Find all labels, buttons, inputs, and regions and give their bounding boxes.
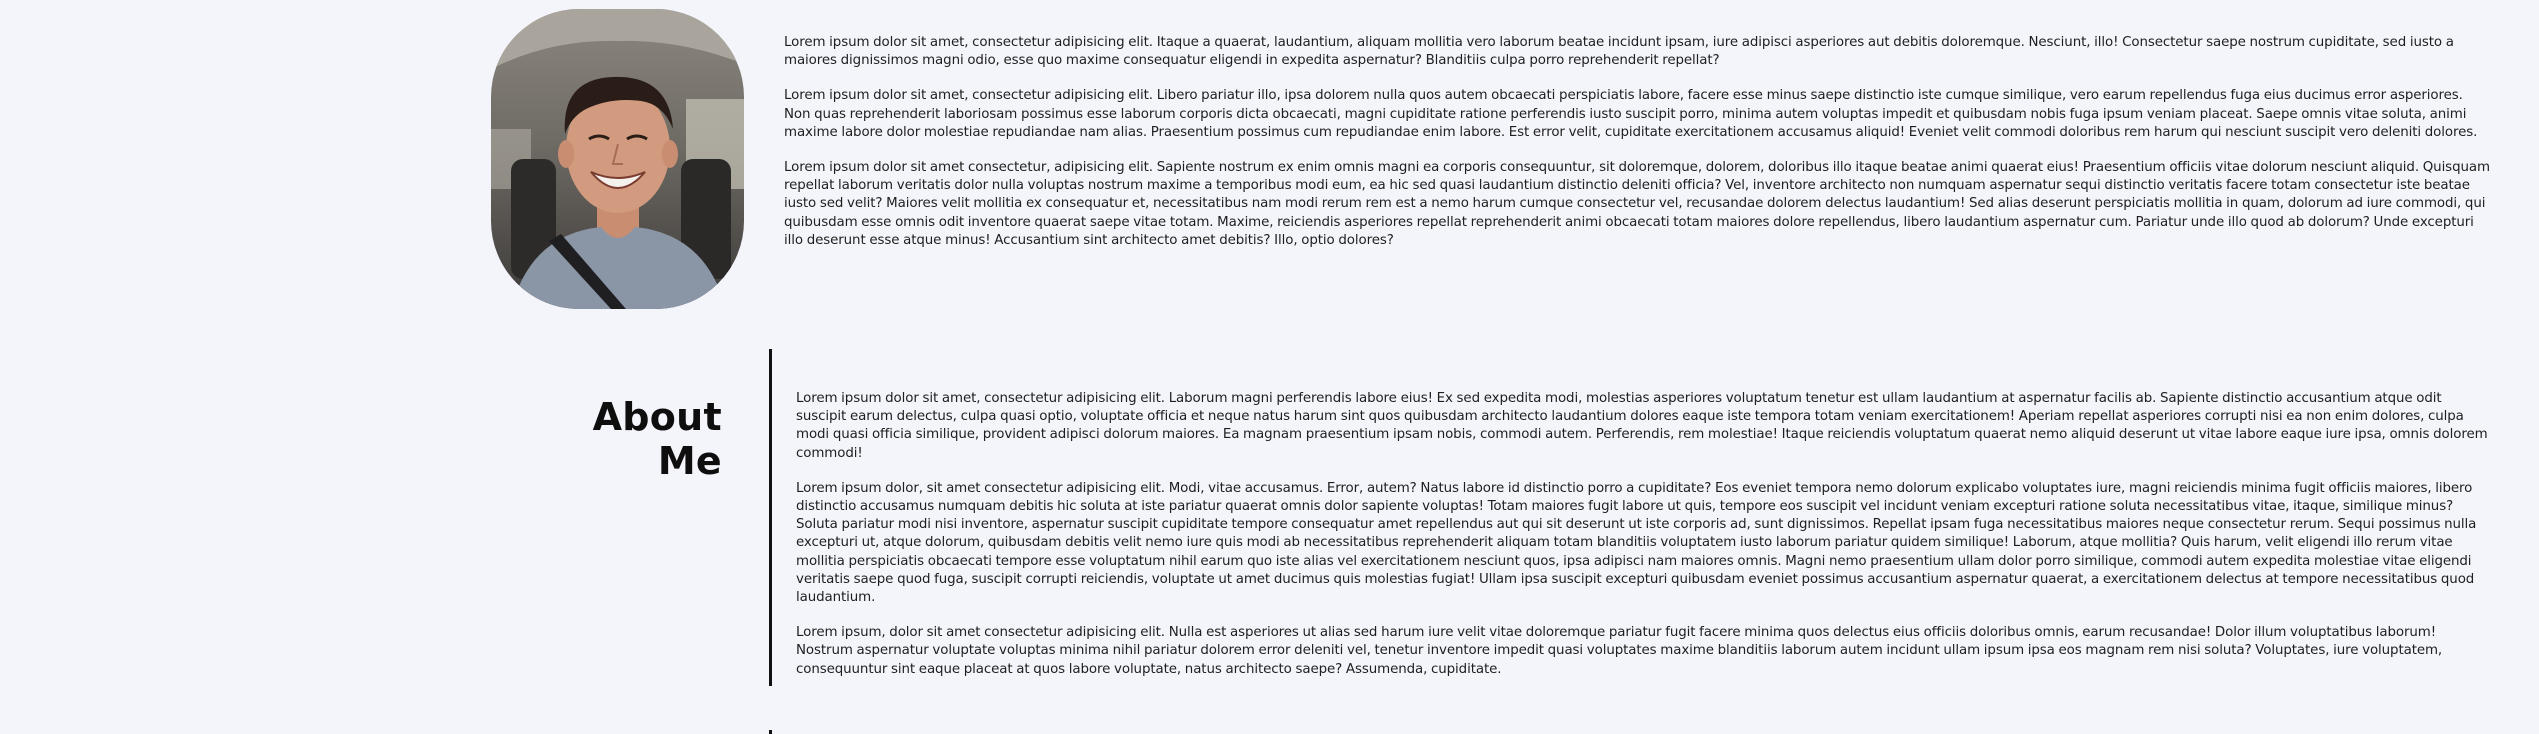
about-paragraph-1: Lorem ipsum dolor sit amet, consectetur … (796, 391, 2488, 461)
profile-photo-illustration (491, 9, 744, 309)
about-text: Lorem ipsum dolor sit amet, consectetur … (796, 390, 2490, 696)
section-divider (769, 349, 772, 686)
next-section-divider (769, 730, 772, 734)
about-paragraph-2: Lorem ipsum dolor, sit amet consectetur … (796, 480, 2477, 606)
profile-photo (491, 9, 744, 309)
intro-paragraph-3: Lorem ipsum dolor sit amet consectetur, … (784, 160, 2490, 248)
page: Lorem ipsum dolor sit amet, consectetur … (0, 0, 2539, 734)
about-paragraph-3: Lorem ipsum, dolor sit amet consectetur … (796, 625, 2443, 677)
about-title: About Me (592, 395, 722, 483)
intro-paragraph-2: Lorem ipsum dolor sit amet, consectetur … (784, 88, 2478, 140)
intro-paragraph-1: Lorem ipsum dolor sit amet, consectetur … (784, 35, 2454, 69)
intro-text: Lorem ipsum dolor sit amet, consectetur … (784, 34, 2490, 267)
